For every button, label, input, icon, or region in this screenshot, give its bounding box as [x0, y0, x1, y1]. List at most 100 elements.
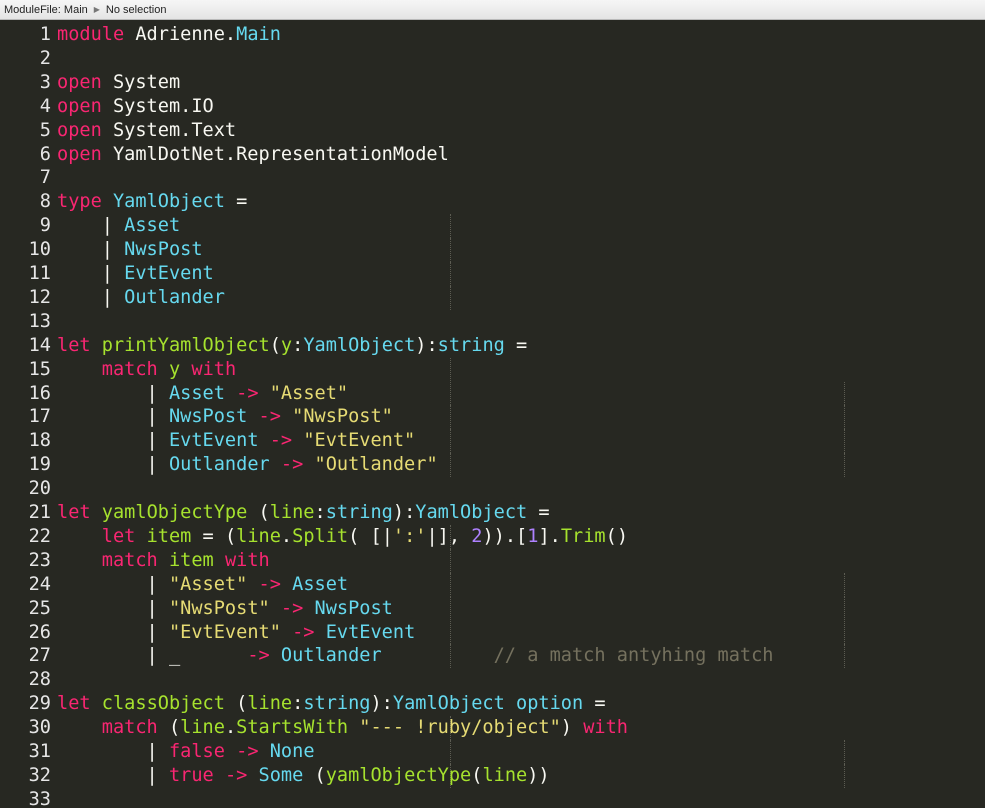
line-number: 21: [28, 502, 51, 523]
code-line[interactable]: 16 | Asset -> "Asset": [0, 381, 985, 406]
line-number: 28: [28, 669, 51, 691]
code-line[interactable]: 21 let yamlObjectYpe (line:string):YamlOb…: [0, 501, 985, 525]
code-line[interactable]: 5 open System.Text: [0, 119, 985, 143]
breadcrumb-selection[interactable]: No selection: [106, 4, 167, 16]
line-number: 2: [39, 47, 51, 69]
code-line[interactable]: 10 | NwsPost: [0, 238, 985, 262]
code-line[interactable]: 30 match (line.StartsWith "--- !ruby/obj…: [0, 716, 985, 740]
code-token: open: [57, 143, 102, 165]
code-token: let: [101, 525, 136, 547]
code-token: |: [57, 286, 125, 308]
code-line[interactable]: 29 let classObject (line:string):YamlObje…: [0, 692, 985, 716]
code-token: // a match antyhing match: [493, 645, 774, 667]
code-line[interactable]: 32 | true -> Some (yamlObjectYpe(line)): [0, 763, 985, 788]
code-text: module Adrienne.Main: [57, 23, 281, 47]
code-line[interactable]: 2: [0, 47, 985, 71]
code-line[interactable]: 28: [0, 668, 985, 692]
code-token: ].: [538, 525, 561, 547]
code-token: 1: [527, 525, 539, 547]
code-token: y: [168, 358, 181, 380]
code-line[interactable]: 11 | EvtEvent: [0, 262, 985, 286]
code-text: open System.IO: [57, 95, 214, 119]
code-token: EvtEvent: [168, 430, 259, 452]
code-token: "NwsPost": [168, 597, 270, 619]
code-token: with: [191, 358, 237, 380]
code-token: |],: [426, 525, 472, 547]
code-token: let: [57, 502, 91, 523]
indent-guide: [844, 405, 845, 430]
code-line[interactable]: 4 open System.IO: [0, 95, 985, 119]
code-token: Asset: [124, 215, 181, 237]
indent-guide: [450, 453, 451, 478]
code-token: Main: [236, 24, 281, 45]
code-line[interactable]: 6 open YamlDotNet.RepresentationModel: [0, 143, 985, 167]
code-text: | Outlander -> "Outlander": [57, 453, 438, 477]
code-token: printYamlObject: [101, 334, 270, 356]
code-token: line: [236, 525, 281, 547]
code-token: "--- !ruby/object": [359, 717, 561, 739]
code-token: |: [57, 430, 169, 452]
code-token: "NwsPost": [292, 406, 393, 428]
indent-guide: [450, 357, 451, 382]
code-line[interactable]: 20: [0, 477, 985, 501]
code-token: (: [471, 764, 483, 786]
code-line[interactable]: 1 module Adrienne.Main: [0, 23, 985, 47]
line-number: 26: [28, 621, 51, 643]
code-line[interactable]: 17 | NwsPost -> "NwsPost": [0, 405, 985, 430]
code-line[interactable]: 19 | Outlander -> "Outlander": [0, 453, 985, 478]
code-token: |: [57, 239, 125, 261]
code-token: =: [527, 502, 550, 523]
code-token: ->: [258, 573, 281, 595]
code-line[interactable]: 7: [0, 166, 985, 190]
indent-guide: [450, 596, 451, 621]
code-text: | Asset: [57, 214, 180, 238]
indent-guide: [450, 405, 451, 430]
code-token: System: [101, 71, 181, 93]
code-token: )).[: [482, 525, 528, 547]
code-line[interactable]: 33: [0, 788, 985, 808]
code-token: Asset: [292, 573, 349, 595]
code-token: Adrienne.: [124, 24, 237, 45]
indent-guide: [844, 644, 845, 669]
line-number: 20: [28, 478, 51, 500]
code-line[interactable]: 14 let printYamlObject(y:YamlObject):stri…: [0, 334, 985, 358]
code-token: ->: [280, 597, 304, 619]
code-token: YamlObject: [112, 191, 225, 213]
code-line[interactable]: 18 | EvtEvent -> "EvtEvent": [0, 429, 985, 454]
code-line[interactable]: 31 | false -> None: [0, 740, 985, 764]
code-line[interactable]: 13: [0, 310, 985, 334]
code-token: (: [303, 764, 326, 786]
indent-guide: [450, 620, 451, 645]
code-line[interactable]: 25 | "NwsPost" -> NwsPost: [0, 596, 985, 621]
code-token: item: [168, 549, 214, 571]
code-line[interactable]: 9 | Asset: [0, 214, 985, 239]
code-token: ->: [236, 741, 259, 762]
code-line[interactable]: 26 | "EvtEvent" -> EvtEvent: [0, 620, 985, 645]
code-token: |: [57, 741, 169, 762]
code-token: line: [180, 717, 225, 739]
code-line[interactable]: 27 | _ -> Outlander // a match antyhing …: [0, 644, 985, 669]
code-token: |: [57, 406, 169, 428]
code-line[interactable]: 12 | Outlander: [0, 285, 985, 310]
breadcrumb-module-file[interactable]: ModuleFile: Main: [4, 4, 88, 16]
code-text: | "NwsPost" -> NwsPost: [57, 597, 393, 621]
code-line[interactable]: 3 open System: [0, 71, 985, 95]
line-number: 29: [28, 693, 51, 715]
code-line[interactable]: 22 let item = (line.Split( [|':'|], 2)).…: [0, 524, 985, 549]
code-line[interactable]: 8 type YamlObject =: [0, 190, 985, 214]
code-line[interactable]: 23 match item with: [0, 548, 985, 573]
code-token: ->: [247, 645, 270, 667]
line-number: 13: [28, 310, 51, 332]
code-line[interactable]: 24 | "Asset" -> Asset: [0, 572, 985, 597]
code-line[interactable]: 15 match y with: [0, 357, 985, 382]
code-editor[interactable]: 1 module Adrienne.Main 2 3 open System 4 open …: [0, 21, 985, 808]
code-text: open System: [57, 71, 180, 95]
